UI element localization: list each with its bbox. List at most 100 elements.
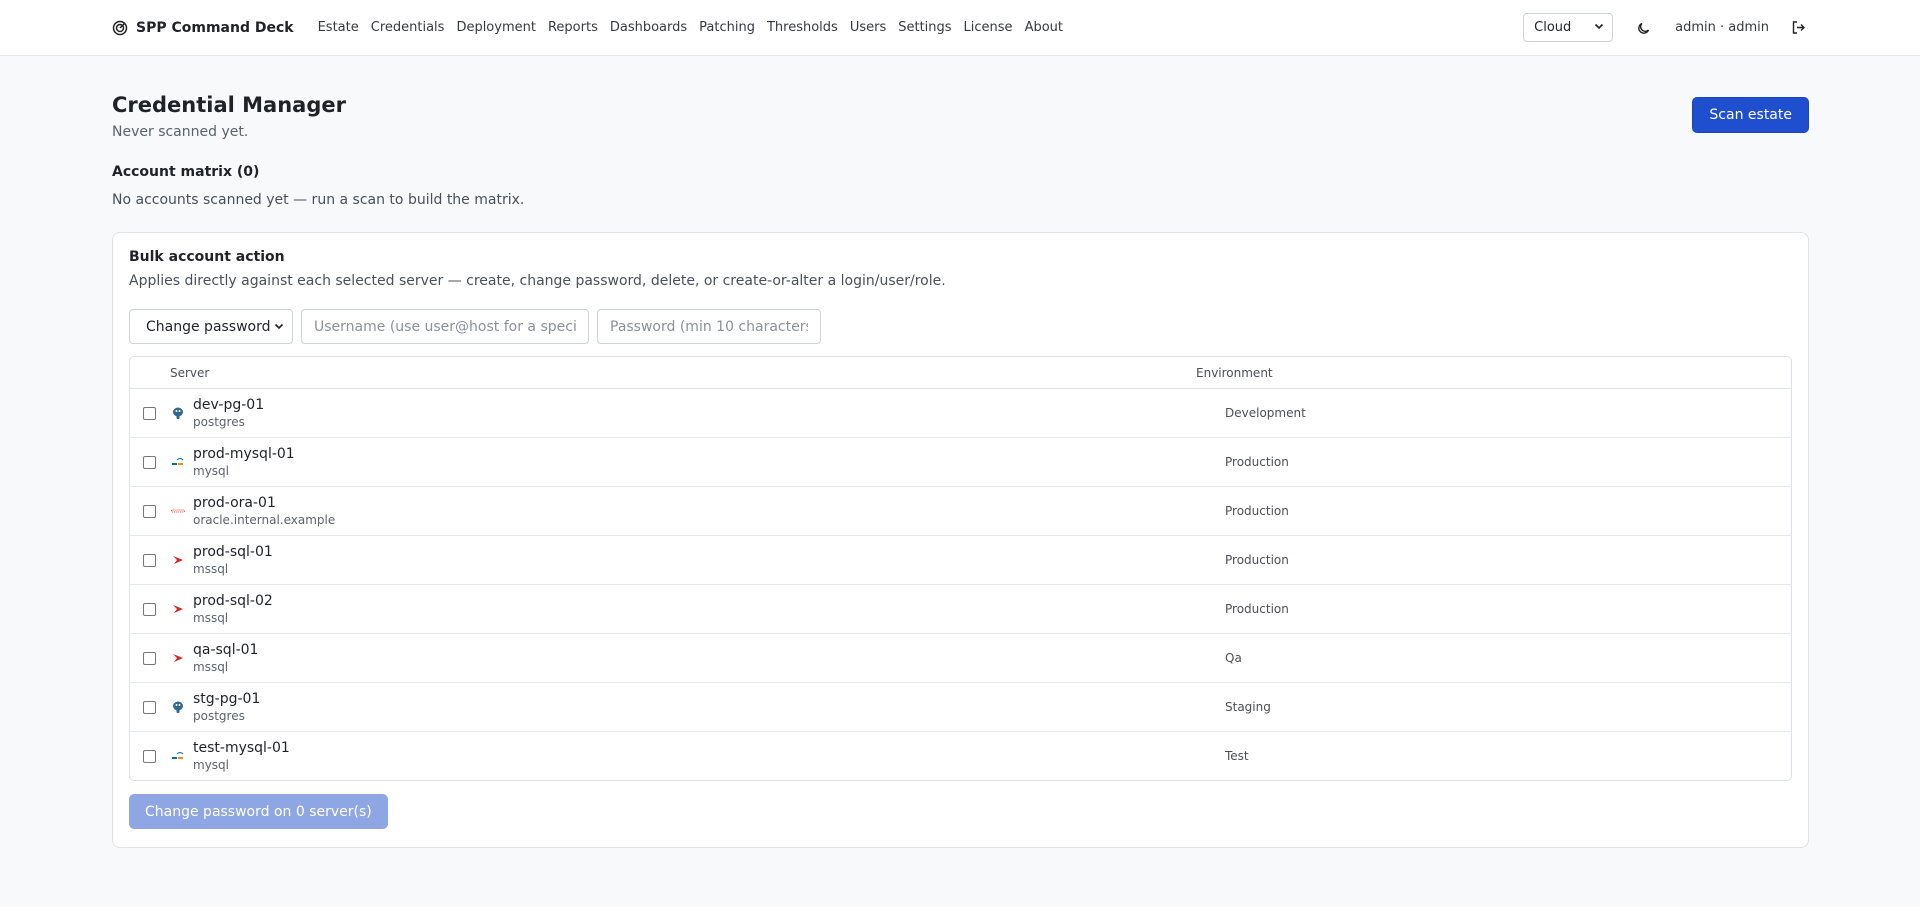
mssql-icon xyxy=(170,650,186,666)
server-type: mysql xyxy=(193,757,229,772)
server-environment: Development xyxy=(1225,406,1306,421)
brand[interactable]: SPP Command Deck xyxy=(112,20,294,36)
server-name: prod-sql-01 xyxy=(193,543,273,560)
logo-icon xyxy=(112,20,128,36)
dark-mode-toggle-icon[interactable] xyxy=(1633,17,1655,39)
server-type: oracle.internal.example xyxy=(193,512,336,527)
row-checkbox[interactable] xyxy=(143,504,156,518)
server-info: prod-ora-01 oracle.internal.example xyxy=(193,495,1225,528)
server-name: prod-ora-01 xyxy=(193,494,276,511)
server-info: dev-pg-01 postgres xyxy=(193,397,1225,430)
row-checkbox[interactable] xyxy=(143,700,156,714)
main-content: Credential Manager Never scanned yet. Sc… xyxy=(0,56,1920,849)
server-info: prod-sql-02 mssql xyxy=(193,593,1225,626)
bulk-action-form: Change password xyxy=(129,309,1792,345)
account-matrix-title: Account matrix (0) xyxy=(112,164,260,181)
server-environment: Production xyxy=(1225,602,1289,617)
mssql-icon xyxy=(170,552,186,568)
table-row[interactable]: prod-sql-02 mssql Production xyxy=(130,585,1791,635)
table-row[interactable]: dev-pg-01 postgres Development xyxy=(130,389,1791,439)
row-checkbox[interactable] xyxy=(143,651,156,665)
chevron-down-icon xyxy=(1594,21,1604,34)
server-info: stg-pg-01 postgres xyxy=(193,691,1225,724)
postgres-icon xyxy=(170,405,186,421)
top-navbar: SPP Command Deck Estate Credentials Depl… xyxy=(0,0,1920,56)
column-server: Server xyxy=(170,365,210,380)
server-name: dev-pg-01 xyxy=(193,396,265,413)
server-environment: Production xyxy=(1225,504,1289,519)
postgres-icon xyxy=(170,699,186,715)
nav-about[interactable]: About xyxy=(1025,20,1063,35)
action-select-value: Change password xyxy=(146,318,271,335)
table-row[interactable]: stg-pg-01 postgres Staging xyxy=(130,683,1791,733)
nav-license[interactable]: License xyxy=(964,20,1013,35)
action-select[interactable]: Change password xyxy=(129,309,293,345)
row-checkbox[interactable] xyxy=(143,553,156,567)
column-environment: Environment xyxy=(1196,365,1273,380)
nav-credentials[interactable]: Credentials xyxy=(371,20,445,35)
main-nav: Estate Credentials Deployment Reports Da… xyxy=(318,20,1063,35)
username-input[interactable] xyxy=(301,309,589,345)
table-row[interactable]: prod-ora-01 oracle.internal.example Prod… xyxy=(130,487,1791,537)
mysql-icon xyxy=(170,454,186,470)
oracle-icon xyxy=(170,503,186,519)
table-row[interactable]: prod-mysql-01 mysql Production xyxy=(130,438,1791,488)
bulk-action-title: Bulk account action xyxy=(129,249,285,266)
nav-users[interactable]: Users xyxy=(850,20,886,35)
server-type: postgres xyxy=(193,414,245,429)
server-info: prod-sql-01 mssql xyxy=(193,544,1225,577)
environment-select[interactable]: Cloud xyxy=(1523,13,1614,42)
server-info: test-mysql-01 mysql xyxy=(193,740,1225,773)
nav-patching[interactable]: Patching xyxy=(699,20,755,35)
nav-reports[interactable]: Reports xyxy=(548,20,598,35)
nav-thresholds[interactable]: Thresholds xyxy=(767,20,838,35)
password-input[interactable] xyxy=(597,309,821,345)
server-info: prod-mysql-01 mysql xyxy=(193,446,1225,479)
server-environment: Test xyxy=(1225,749,1249,764)
mssql-icon xyxy=(170,601,186,617)
row-checkbox[interactable] xyxy=(143,749,156,763)
current-user: admin · admin xyxy=(1675,20,1769,35)
server-environment: Staging xyxy=(1225,700,1271,715)
scan-estate-button[interactable]: Scan estate xyxy=(1692,97,1809,133)
nav-settings[interactable]: Settings xyxy=(898,20,951,35)
server-info: qa-sql-01 mssql xyxy=(193,642,1225,675)
server-type: postgres xyxy=(193,708,245,723)
environment-select-value: Cloud xyxy=(1534,20,1572,35)
server-environment: Production xyxy=(1225,553,1289,568)
logout-icon[interactable] xyxy=(1787,17,1809,39)
server-name: qa-sql-01 xyxy=(193,641,259,658)
server-table: Server Environment dev-pg-01 postgres De… xyxy=(129,356,1792,782)
nav-estate[interactable]: Estate xyxy=(318,20,359,35)
account-matrix-empty: No accounts scanned yet — run a scan to … xyxy=(112,192,525,209)
brand-name: SPP Command Deck xyxy=(136,19,294,36)
server-name: prod-sql-02 xyxy=(193,592,273,609)
mysql-icon xyxy=(170,748,186,764)
chevron-down-icon xyxy=(274,319,284,335)
topbar-actions: Cloud admin · admin xyxy=(1523,13,1809,42)
table-row[interactable]: qa-sql-01 mssql Qa xyxy=(130,634,1791,684)
server-type: mssql xyxy=(193,659,229,674)
row-checkbox[interactable] xyxy=(143,602,156,616)
page-title: Credential Manager xyxy=(112,93,346,117)
row-checkbox[interactable] xyxy=(143,406,156,420)
nav-dashboards[interactable]: Dashboards xyxy=(610,20,687,35)
table-row[interactable]: prod-sql-01 mssql Production xyxy=(130,536,1791,586)
apply-bulk-action-button[interactable]: Change password on 0 server(s) xyxy=(129,794,388,830)
server-name: test-mysql-01 xyxy=(193,739,290,756)
table-header: Server Environment xyxy=(130,357,1791,390)
page-header: Credential Manager Never scanned yet. Sc… xyxy=(112,90,1809,140)
bulk-action-card: Bulk account action Applies directly aga… xyxy=(112,232,1809,849)
server-type: mssql xyxy=(193,610,229,625)
scan-status: Never scanned yet. xyxy=(112,124,249,141)
server-name: prod-mysql-01 xyxy=(193,445,295,462)
nav-deployment[interactable]: Deployment xyxy=(456,20,536,35)
server-environment: Qa xyxy=(1225,651,1242,666)
server-type: mysql xyxy=(193,463,229,478)
server-name: stg-pg-01 xyxy=(193,690,261,707)
row-checkbox[interactable] xyxy=(143,455,156,469)
table-row[interactable]: test-mysql-01 mysql Test xyxy=(130,732,1791,780)
server-environment: Production xyxy=(1225,455,1289,470)
bulk-action-description: Applies directly against each selected s… xyxy=(129,273,946,290)
server-type: mssql xyxy=(193,561,229,576)
